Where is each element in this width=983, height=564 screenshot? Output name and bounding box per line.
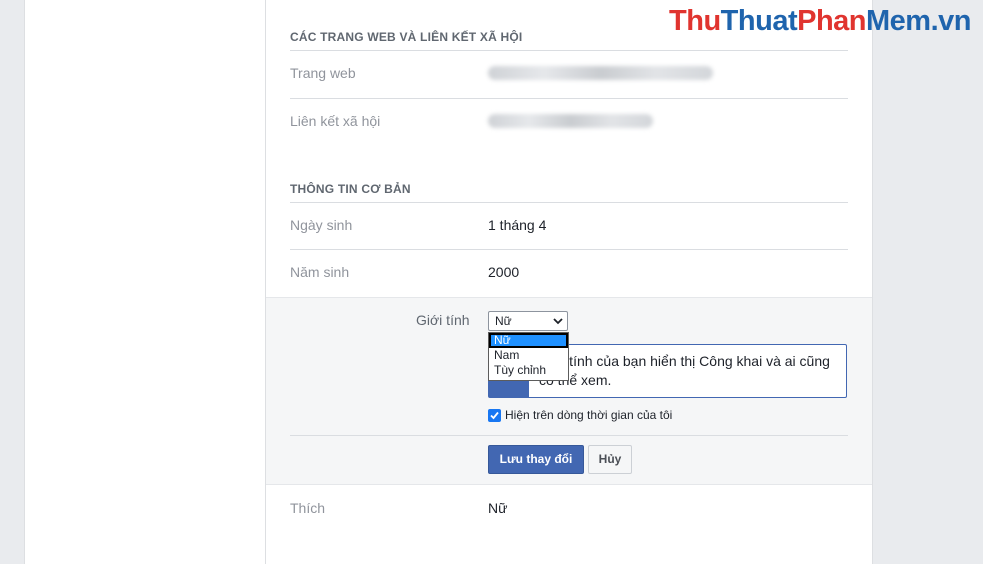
divider xyxy=(290,202,848,203)
social-links-value-blurred xyxy=(488,114,653,128)
website-value-blurred xyxy=(488,66,713,80)
gender-dropdown-list: Nữ Nam Tùy chỉnh xyxy=(488,332,569,381)
gender-select-value: Nữ xyxy=(495,314,512,328)
left-column xyxy=(24,0,266,564)
website-label: Trang web xyxy=(290,65,356,81)
section-title-web-social: CÁC TRANG WEB VÀ LIÊN KẾT XÃ HỘI xyxy=(290,30,523,44)
gender-option-male[interactable]: Nam xyxy=(489,348,568,363)
show-on-timeline-checkbox[interactable] xyxy=(488,409,501,422)
gender-label: Giới tính xyxy=(416,312,470,328)
gender-select[interactable]: Nữ xyxy=(488,311,568,331)
about-panel: CÁC TRANG WEB VÀ LIÊN KẾT XÃ HỘI Trang w… xyxy=(266,0,873,564)
birthday-value: 1 tháng 4 xyxy=(488,217,547,233)
show-on-timeline-label[interactable]: Hiện trên dòng thời gian của tôi xyxy=(505,408,672,422)
divider xyxy=(290,249,848,250)
birthyear-value: 2000 xyxy=(488,264,520,280)
site-watermark-logo: ThuThuatPhanMem.vn xyxy=(669,5,971,37)
divider xyxy=(290,435,848,436)
gender-option-custom[interactable]: Tùy chỉnh xyxy=(489,363,568,378)
section-title-basic-info: THÔNG TIN CƠ BẢN xyxy=(290,182,411,196)
check-icon xyxy=(490,411,499,420)
divider xyxy=(290,98,848,99)
gender-option-female[interactable]: Nữ xyxy=(489,333,568,348)
chevron-down-icon xyxy=(553,318,563,325)
save-changes-button[interactable]: Lưu thay đổi xyxy=(488,445,584,474)
privacy-info-text: Giới tính của bạn hiển thị Công khai và … xyxy=(539,353,830,388)
birthyear-label: Năm sinh xyxy=(290,264,350,280)
gender-edit-panel: Giới tính Nữ Nữ Nam Tùy chỉnh Giới tính … xyxy=(266,297,872,485)
interested-in-value: Nữ xyxy=(488,500,508,516)
interested-in-label: Thích xyxy=(290,500,326,516)
social-links-label: Liên kết xã hội xyxy=(290,113,381,129)
divider xyxy=(290,50,848,51)
birthday-label: Ngày sinh xyxy=(290,217,353,233)
cancel-button[interactable]: Hủy xyxy=(588,445,632,474)
